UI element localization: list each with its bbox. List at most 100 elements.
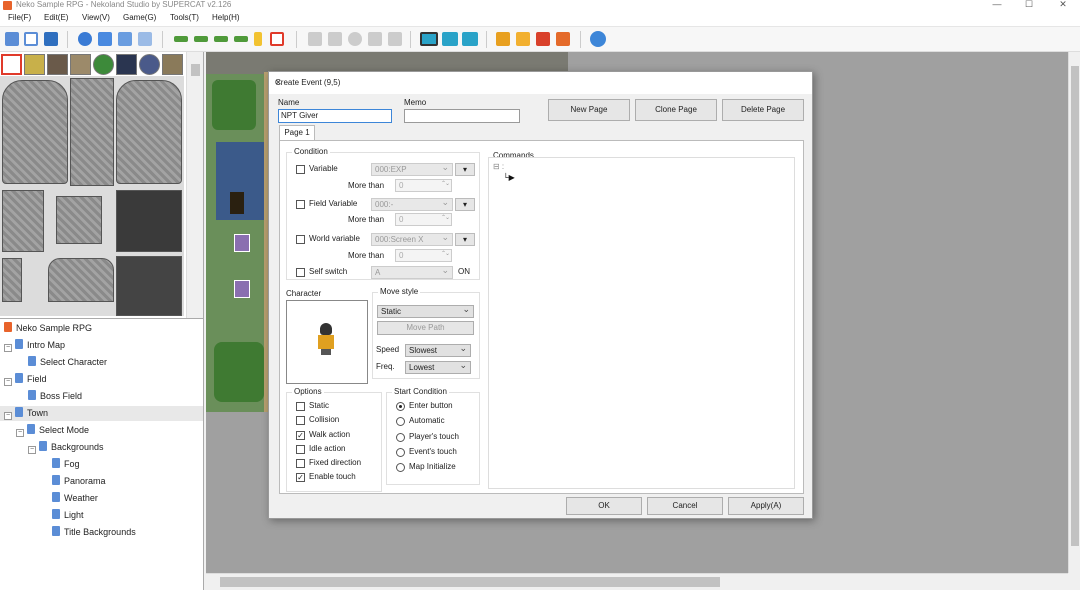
tile-empty[interactable] bbox=[1, 54, 22, 75]
tileset-scrollbar[interactable] bbox=[186, 52, 203, 318]
open-file-icon[interactable] bbox=[24, 32, 38, 46]
collapse-icon[interactable]: − bbox=[16, 429, 24, 437]
events-touch-radio[interactable] bbox=[396, 448, 405, 457]
idle-action-checkbox[interactable] bbox=[296, 445, 305, 454]
delete-icon[interactable] bbox=[138, 32, 152, 46]
menu-game[interactable]: Game(G) bbox=[123, 13, 156, 22]
memo-input[interactable] bbox=[404, 109, 520, 123]
variable-dropdown[interactable]: 000:EXP bbox=[371, 163, 453, 176]
close-window-button[interactable]: ✕ bbox=[1056, 0, 1070, 10]
tile-dirt[interactable] bbox=[47, 54, 68, 75]
field-variable-checkbox[interactable] bbox=[296, 200, 305, 209]
collapse-icon[interactable]: − bbox=[28, 446, 36, 454]
tile-pillar[interactable] bbox=[2, 258, 22, 302]
cut-icon[interactable] bbox=[78, 32, 92, 46]
tile-cliff[interactable] bbox=[2, 190, 44, 252]
tree-node-weather[interactable]: Weather bbox=[52, 491, 98, 506]
fixed-direction-checkbox[interactable] bbox=[296, 459, 305, 468]
lightning-icon[interactable] bbox=[254, 32, 262, 46]
world-variable-checkbox[interactable] bbox=[296, 235, 305, 244]
cancel-button[interactable]: Cancel bbox=[647, 497, 723, 515]
field-variable-picker-button[interactable]: ▾ bbox=[455, 198, 475, 211]
tile-water[interactable] bbox=[116, 54, 137, 75]
new-page-button[interactable]: New Page bbox=[548, 99, 630, 121]
field-variable-dropdown[interactable]: 000:- bbox=[371, 198, 453, 211]
new-file-icon[interactable] bbox=[5, 32, 19, 46]
enter-button-radio[interactable] bbox=[396, 402, 405, 411]
map-vscroll-thumb[interactable] bbox=[1071, 66, 1079, 546]
minimize-button[interactable]: — bbox=[990, 0, 1004, 10]
tile-rock[interactable] bbox=[139, 54, 160, 75]
collapse-icon[interactable]: − bbox=[4, 344, 12, 352]
layer-2-icon[interactable] bbox=[194, 36, 208, 42]
map-vertical-scrollbar[interactable] bbox=[1068, 52, 1080, 573]
map-event-marker-1[interactable] bbox=[234, 234, 250, 252]
map-hscroll-thumb[interactable] bbox=[220, 577, 720, 587]
tree-node-backgrounds[interactable]: − Backgrounds bbox=[28, 440, 104, 455]
menu-edit[interactable]: Edit(E) bbox=[44, 13, 68, 22]
zoom-4-icon[interactable] bbox=[462, 32, 478, 46]
automatic-radio[interactable] bbox=[396, 417, 405, 426]
self-switch-dropdown[interactable]: A bbox=[371, 266, 453, 279]
layer-4-icon[interactable] bbox=[234, 36, 248, 42]
collapse-icon[interactable]: − bbox=[4, 378, 12, 386]
script-icon[interactable] bbox=[536, 32, 550, 46]
command-insert-cursor[interactable]: └▶ bbox=[503, 173, 515, 182]
ok-button[interactable]: OK bbox=[566, 497, 642, 515]
apply-button[interactable]: Apply(A) bbox=[728, 497, 804, 515]
world-variable-picker-button[interactable]: ▾ bbox=[455, 233, 475, 246]
zoom-2-icon[interactable] bbox=[442, 32, 458, 46]
dialog-close-button[interactable]: ✕ bbox=[275, 78, 804, 87]
tab-page-1[interactable]: Page 1 bbox=[279, 125, 315, 141]
tree-node-town[interactable]: − Town bbox=[0, 406, 203, 421]
map-event-marker-2[interactable] bbox=[234, 280, 250, 298]
move-path-button[interactable]: Move Path bbox=[377, 321, 474, 335]
tileset-grid[interactable] bbox=[0, 76, 184, 316]
database-icon[interactable] bbox=[496, 32, 510, 46]
tile-stump[interactable] bbox=[162, 54, 183, 75]
event-layer-icon[interactable] bbox=[270, 32, 284, 46]
variable-checkbox[interactable] bbox=[296, 165, 305, 174]
map-horizontal-scrollbar[interactable] bbox=[206, 573, 1068, 590]
delete-page-button[interactable]: Delete Page bbox=[722, 99, 804, 121]
layer-3-icon[interactable] bbox=[214, 36, 228, 42]
tile-gate[interactable] bbox=[48, 258, 114, 302]
rectangle-icon[interactable] bbox=[328, 32, 342, 46]
self-switch-checkbox[interactable] bbox=[296, 268, 305, 277]
variable-value-spinner[interactable]: 0 bbox=[395, 179, 452, 192]
map-initialize-radio[interactable] bbox=[396, 463, 405, 472]
tree-node-field[interactable]: − Field bbox=[4, 372, 47, 387]
tile-stone-wall[interactable] bbox=[70, 78, 114, 186]
tree-node-light[interactable]: Light bbox=[52, 508, 84, 523]
maximize-button[interactable]: ☐ bbox=[1022, 0, 1036, 10]
sound-icon[interactable] bbox=[556, 32, 570, 46]
tree-node-title-backgrounds[interactable]: Title Backgrounds bbox=[52, 525, 136, 540]
save-icon[interactable] bbox=[44, 32, 58, 46]
world-variable-dropdown[interactable]: 000:Screen X bbox=[371, 233, 453, 246]
select-icon[interactable] bbox=[388, 32, 402, 46]
variable-picker-button[interactable]: ▾ bbox=[455, 163, 475, 176]
menu-help[interactable]: Help(H) bbox=[212, 13, 240, 22]
tree-node-select-mode[interactable]: − Select Mode bbox=[16, 423, 89, 438]
tree-node-select-character[interactable]: Select Character bbox=[28, 355, 107, 370]
freq-dropdown[interactable]: Lowest bbox=[405, 361, 471, 374]
tile-stone-tower-2[interactable] bbox=[116, 80, 182, 184]
tileset-scroll-thumb[interactable] bbox=[191, 64, 200, 76]
zoom-1-icon[interactable] bbox=[420, 32, 438, 46]
move-type-dropdown[interactable]: Static bbox=[377, 305, 474, 318]
event-name-input[interactable]: NPT Giver bbox=[278, 109, 392, 123]
collapse-icon[interactable]: − bbox=[4, 412, 12, 420]
tile-stone-tower[interactable] bbox=[2, 80, 68, 184]
menu-view[interactable]: View(V) bbox=[82, 13, 110, 22]
play-icon[interactable] bbox=[590, 31, 606, 47]
tile-rock-wall[interactable] bbox=[116, 256, 182, 316]
character-preview[interactable] bbox=[286, 300, 368, 384]
fill-icon[interactable] bbox=[368, 32, 382, 46]
ellipse-icon[interactable] bbox=[348, 32, 362, 46]
tile-stone-block[interactable] bbox=[56, 196, 102, 244]
tile-bush[interactable] bbox=[93, 54, 114, 75]
pencil-icon[interactable] bbox=[308, 32, 322, 46]
paste-icon[interactable] bbox=[118, 32, 132, 46]
players-touch-radio[interactable] bbox=[396, 433, 405, 442]
tile-wood[interactable] bbox=[70, 54, 91, 75]
